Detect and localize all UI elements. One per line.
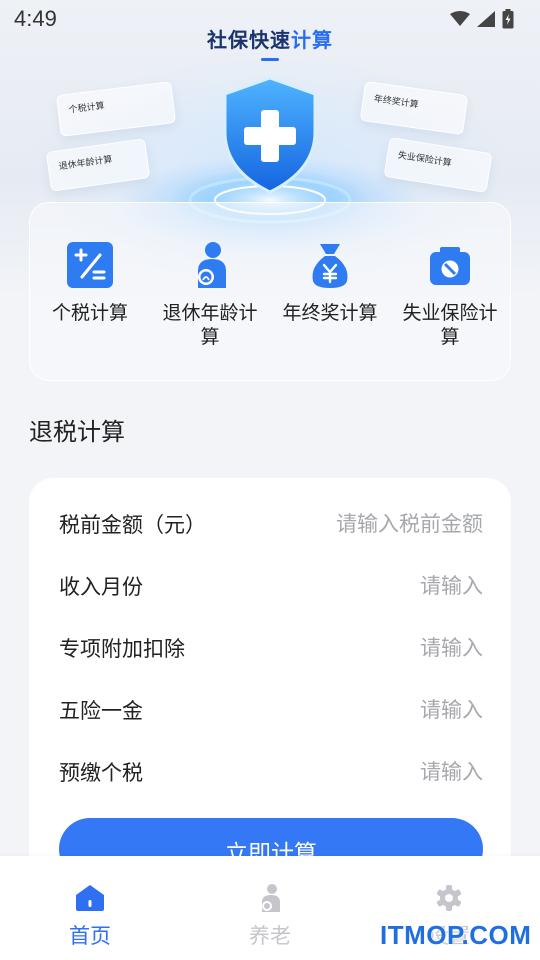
quick-label-retire: 退休年龄计算 xyxy=(162,302,258,348)
section-title: 退税计算 xyxy=(29,418,125,446)
tax-refund-form: 税前金额（元） 收入月份 专项附加扣除 五险一金 预缴个税 立即计算 xyxy=(29,478,511,898)
quick-item-retire[interactable]: 退休年龄计算 xyxy=(150,241,270,349)
pretax-amount-label: 税前金额（元） xyxy=(59,513,206,537)
income-month-input[interactable] xyxy=(263,574,483,598)
hero-card-label: 退休年龄计算 xyxy=(58,154,114,173)
page-title: 社保快速计算 xyxy=(0,24,540,53)
elderly-icon xyxy=(262,884,280,912)
title-accent: 计算 xyxy=(291,28,333,52)
title-main: 社保快速 xyxy=(207,28,291,52)
nav-pension-label: 养老 xyxy=(249,924,291,948)
form-row-pretax: 税前金额（元） xyxy=(59,504,483,544)
form-row-insurance: 五险一金 xyxy=(59,690,483,730)
nav-pension[interactable]: 养老 xyxy=(210,884,330,950)
income-month-label: 收入月份 xyxy=(59,575,143,599)
quick-item-bonus[interactable]: 年终奖计算 xyxy=(270,241,390,325)
insurance-fund-input[interactable] xyxy=(263,698,483,722)
tax-calc-icon xyxy=(66,241,114,289)
form-row-prepaid: 预缴个税 xyxy=(59,752,483,792)
briefcase-icon xyxy=(426,241,474,289)
form-row-month: 收入月份 xyxy=(59,566,483,606)
form-row-deduction: 专项附加扣除 xyxy=(59,628,483,668)
watermark: ITMOP.COM xyxy=(380,920,532,950)
home-icon xyxy=(76,885,104,911)
pretax-amount-input[interactable] xyxy=(263,512,483,536)
quick-item-unemployment[interactable]: 失业保险计算 xyxy=(390,241,510,349)
hero-card-retire: 退休年龄计算 xyxy=(45,138,151,192)
nav-home-label: 首页 xyxy=(69,924,111,948)
special-deduction-label: 专项附加扣除 xyxy=(59,637,185,661)
prepaid-tax-input[interactable] xyxy=(263,760,483,784)
title-underline xyxy=(261,58,279,61)
prepaid-tax-label: 预缴个税 xyxy=(59,761,143,785)
special-deduction-input[interactable] xyxy=(263,636,483,660)
quick-calc-panel: 个税计算 退休年龄计算 年终奖计算 失业保险计算 xyxy=(29,202,511,381)
hero-card-label: 个税计算 xyxy=(68,101,106,116)
quick-label-tax: 个税计算 xyxy=(51,302,128,324)
hero-card-tax: 个税计算 xyxy=(55,81,177,137)
nav-home[interactable]: 首页 xyxy=(30,884,150,950)
insurance-fund-label: 五险一金 xyxy=(59,699,143,723)
elderly-person-icon xyxy=(186,241,234,289)
hero-card-bonus: 年终奖计算 xyxy=(359,80,469,136)
hero-card-unemployment: 失业保险计算 xyxy=(383,137,493,193)
gear-icon xyxy=(436,885,462,911)
quick-label-unemployment: 失业保险计算 xyxy=(402,302,498,348)
quick-item-tax[interactable]: 个税计算 xyxy=(30,241,150,325)
hero-card-label: 年终奖计算 xyxy=(373,94,420,111)
money-bag-icon xyxy=(306,241,354,289)
hero-card-label: 失业保险计算 xyxy=(397,150,453,170)
quick-label-bonus: 年终奖计算 xyxy=(282,302,378,324)
